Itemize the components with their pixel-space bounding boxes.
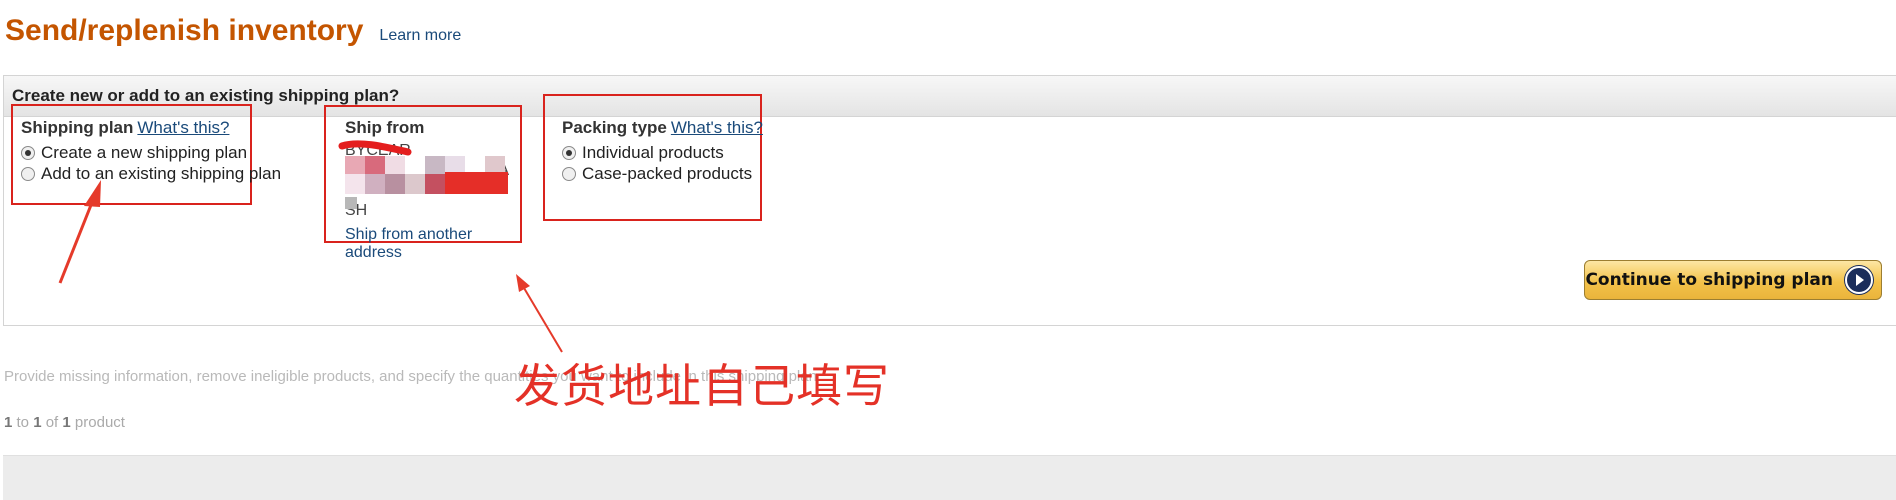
shipping-plan-label: Shipping plan xyxy=(21,118,134,137)
continue-to-shipping-plan-button[interactable]: Continue to shipping plan xyxy=(1584,260,1882,300)
count-to: 1 xyxy=(33,414,42,431)
panel-header: Create new or add to an existing shippin… xyxy=(4,76,1896,117)
radio-create-new-plan[interactable]: Create a new shipping plan xyxy=(21,142,281,163)
radio-label: Individual products xyxy=(582,142,724,162)
shipping-plan-help-link[interactable]: What's this? xyxy=(137,118,229,137)
arrow-right-icon xyxy=(1845,266,1873,294)
ship-from-link-row: Ship from another address xyxy=(345,226,515,262)
product-list-header-bar xyxy=(3,455,1896,500)
ship-from-heading: Ship from xyxy=(345,118,425,137)
radio-individual-products[interactable]: Individual products xyxy=(562,142,763,163)
learn-more-link[interactable]: Learn more xyxy=(379,27,461,45)
page-title: Send/replenish inventory xyxy=(5,14,364,47)
shipping-plan-section: Shipping plan What's this? Create a new s… xyxy=(21,118,281,184)
radio-add-existing-plan[interactable]: Add to an existing shipping plan xyxy=(21,163,281,184)
radio-case-packed-products[interactable]: Case-packed products xyxy=(562,163,763,184)
shipping-plan-heading: Shipping plan What's this? xyxy=(21,118,281,138)
address-line-3 xyxy=(345,182,515,202)
annotation-text: 发货地址自己填写 xyxy=(514,359,890,413)
packing-type-help-link[interactable]: What's this? xyxy=(671,118,763,137)
count-total: 1 xyxy=(62,414,71,431)
title-row: Send/replenish inventory Learn more xyxy=(5,14,461,48)
radio-unchecked-icon[interactable] xyxy=(21,166,35,181)
continue-button-label: Continue to shipping plan xyxy=(1585,270,1833,290)
radio-label: Add to an existing shipping plan xyxy=(41,163,282,183)
ship-from-another-address-link[interactable]: Ship from another address xyxy=(345,226,472,261)
radio-checked-icon[interactable] xyxy=(21,145,35,160)
packing-type-heading: Packing type What's this? xyxy=(562,118,763,138)
radio-label: Create a new shipping plan xyxy=(41,142,248,162)
count-of-label: of xyxy=(41,414,63,431)
address-line-2: EA xyxy=(487,162,509,179)
address-line-1: BYCEAR xyxy=(345,142,411,159)
radio-label: Case-packed products xyxy=(582,163,753,183)
radio-unchecked-icon[interactable] xyxy=(562,166,576,181)
packing-type-label: Packing type xyxy=(562,118,667,137)
count-suffix: product xyxy=(70,414,125,431)
address-line-4: SH xyxy=(345,202,368,219)
count-to-label: to xyxy=(12,414,34,431)
send-replenish-page: Send/replenish inventory Learn more Crea… xyxy=(0,0,1896,500)
packing-type-section: Packing type What's this? Individual prod… xyxy=(562,118,763,184)
ship-from-section: Ship from BYCEAR EA SH Ship from another… xyxy=(345,118,515,262)
radio-checked-icon[interactable] xyxy=(562,145,576,160)
product-count: 1 to 1 of 1 product xyxy=(4,414,125,431)
